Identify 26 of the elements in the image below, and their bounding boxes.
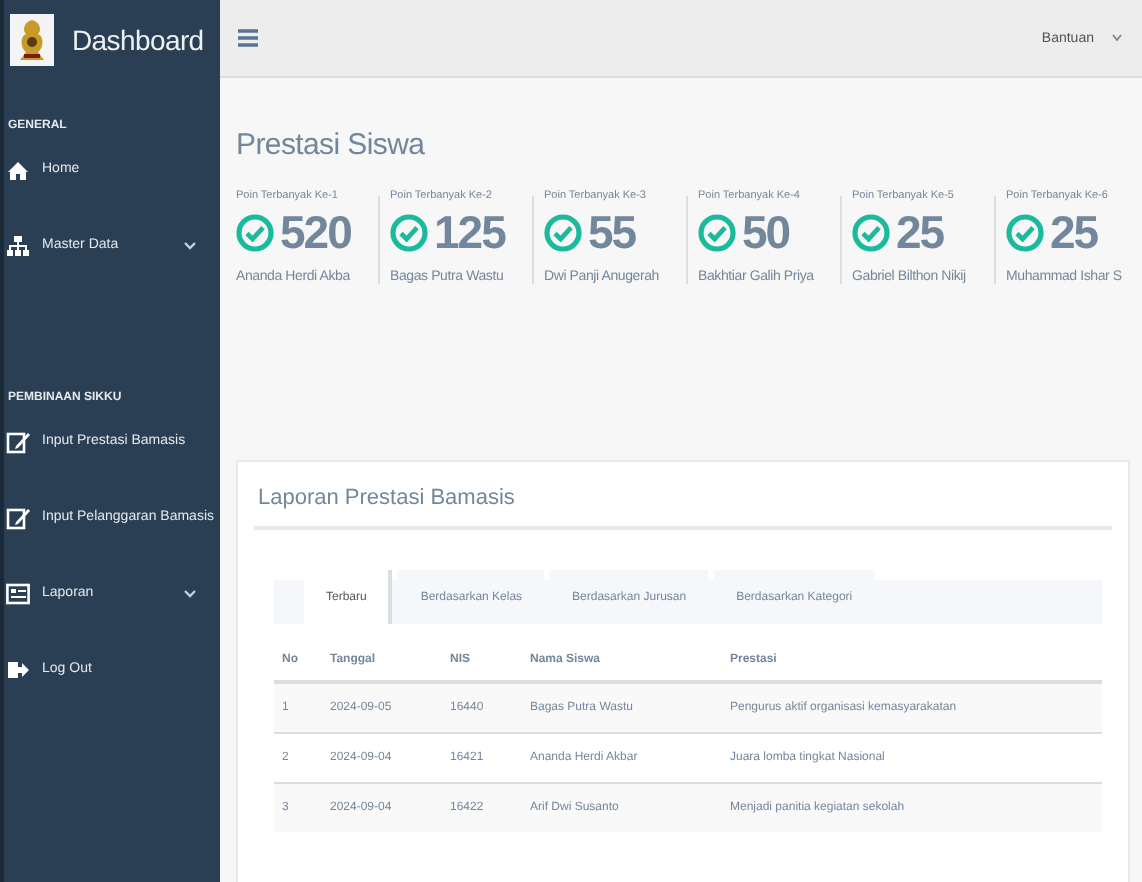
home-icon [6,158,30,182]
chevron-icon [184,242,196,250]
check-circle-icon [236,213,274,251]
stat-value: 55 [588,205,636,259]
check-circle-icon [852,213,890,251]
app-title: Dashboard [72,24,204,56]
chevron-icon [184,590,196,598]
check-circle-icon [544,213,582,251]
menu-icon [238,28,258,48]
stat-value: 125 [434,205,505,259]
check-circle-icon [390,213,428,251]
check-circle-icon [1006,213,1044,251]
edit-icon [6,430,30,454]
page-title: Prestasi Siswa [236,128,427,162]
list-icon [6,582,30,606]
edit-icon [6,506,30,530]
stat-value: 50 [742,205,790,259]
check-circle-icon [698,213,736,251]
panel-title: Laporan Prestasi Bamasis [254,470,1112,530]
chevron-icon [1112,34,1122,42]
stat-value: 25 [1050,205,1098,259]
crest-logo [10,14,54,66]
stat-value: 25 [896,205,944,259]
stat-value: 520 [280,205,351,259]
sitemap-icon [6,234,30,258]
logout-icon [6,658,30,682]
